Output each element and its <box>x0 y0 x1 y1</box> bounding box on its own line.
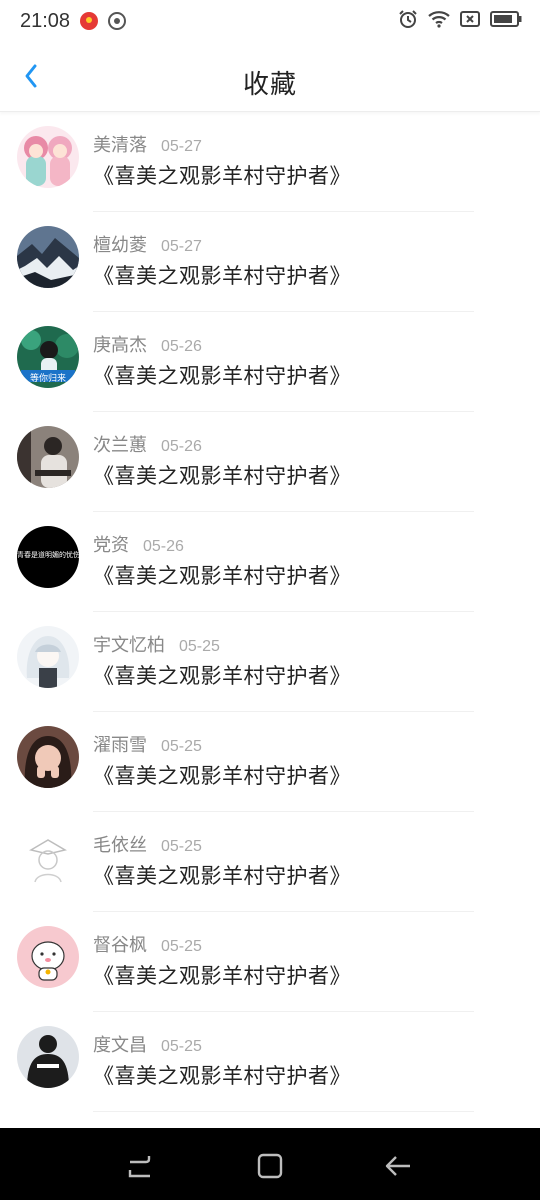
item-title: 《喜美之观影羊村守护者》 <box>93 1064 351 1088</box>
music-notification-icon <box>108 12 127 30</box>
wifi-icon <box>428 10 450 32</box>
nav-back-button[interactable] <box>380 1148 416 1184</box>
avatar <box>17 826 79 888</box>
favorite-item[interactable]: 督谷枫 05-25 《喜美之观影羊村守护者》 <box>0 912 540 1012</box>
item-date: 05-25 <box>161 1038 202 1055</box>
avatar-caption: 青春是道明媚的忧伤 <box>17 551 79 559</box>
item-date: 05-27 <box>161 238 202 255</box>
favorite-item[interactable]: 濯雨雪 05-25 《喜美之观影羊村守护者》 <box>0 712 540 812</box>
avatar <box>17 1026 79 1088</box>
header: 收藏 <box>0 42 540 112</box>
item-title: 《喜美之观影羊村守护者》 <box>93 764 351 788</box>
user-name: 党资 05-26 <box>93 535 184 556</box>
favorites-list: 美清落 05-27 《喜美之观影羊村守护者》 檀幼菱 05-27 《喜美之观影羊村守… <box>0 112 540 1128</box>
divider <box>93 1111 474 1112</box>
item-title: 《喜美之观影羊村守护者》 <box>93 864 351 888</box>
item-title: 《喜美之观影羊村守护者》 <box>93 364 351 388</box>
item-title: 《喜美之观影羊村守护者》 <box>93 964 351 988</box>
item-title: 《喜美之观影羊村守护者》 <box>93 164 351 188</box>
item-date: 05-26 <box>143 538 184 555</box>
app-notification-icon <box>80 12 99 30</box>
avatar <box>17 926 79 988</box>
favorite-item[interactable]: 度文昌 05-25 《喜美之观影羊村守护者》 <box>0 1012 540 1112</box>
status-right <box>398 9 522 33</box>
page-title: 收藏 <box>242 70 297 100</box>
status-bar: 21:08 <box>0 0 540 42</box>
item-date: 05-27 <box>161 138 202 155</box>
recents-icon <box>128 1156 151 1178</box>
recents-button[interactable] <box>122 1148 158 1184</box>
favorite-item[interactable]: 次兰蕙 05-26 《喜美之观影羊村守护者》 <box>0 412 540 512</box>
item-title: 《喜美之观影羊村守护者》 <box>93 264 351 288</box>
item-date: 05-26 <box>161 438 202 455</box>
avatar <box>17 626 79 688</box>
avatar <box>17 726 79 788</box>
item-date: 05-25 <box>179 638 220 655</box>
avatar: 等你归来 <box>17 326 79 388</box>
battery-icon <box>490 11 522 31</box>
avatar-caption: 等你归来 <box>29 374 66 384</box>
back-arrow-icon <box>385 1156 410 1176</box>
user-name: 毛依丝 05-25 <box>93 835 202 856</box>
user-name: 次兰蕙 05-26 <box>93 435 202 456</box>
status-time: 21:08 <box>20 9 71 32</box>
favorite-item[interactable]: 宇文忆柏 05-25 《喜美之观影羊村守护者》 <box>0 612 540 712</box>
user-name: 宇文忆柏 05-25 <box>93 635 220 656</box>
avatar <box>17 126 79 188</box>
user-name: 督谷枫 05-25 <box>93 935 202 956</box>
user-name: 檀幼菱 05-27 <box>93 235 202 256</box>
favorite-item[interactable]: 檀幼菱 05-27 《喜美之观影羊村守护者》 <box>0 212 540 312</box>
favorite-item[interactable]: 美清落 05-27 《喜美之观影羊村守护者》 <box>0 112 540 212</box>
sim-card-icon <box>460 11 480 31</box>
avatar <box>17 226 79 288</box>
favorite-item[interactable]: 毛依丝 05-25 《喜美之观影羊村守护者》 <box>0 812 540 912</box>
favorite-item[interactable]: 等你归来 庚高杰 05-26 《喜美之观影羊村守护者》 <box>0 312 540 412</box>
item-title: 《喜美之观影羊村守护者》 <box>93 564 351 588</box>
item-date: 05-26 <box>161 338 202 355</box>
home-button[interactable] <box>252 1148 288 1184</box>
item-date: 05-25 <box>161 738 202 755</box>
avatar: 青春是道明媚的忧伤 <box>17 526 79 588</box>
item-date: 05-25 <box>161 838 202 855</box>
user-name: 濯雨雪 05-25 <box>93 735 202 756</box>
favorite-item[interactable]: 青春是道明媚的忧伤 党资 05-26 《喜美之观影羊村守护者》 <box>0 512 540 612</box>
status-left: 21:08 <box>20 9 127 33</box>
avatar <box>17 426 79 488</box>
item-date: 05-25 <box>161 938 202 955</box>
user-name: 度文昌 05-25 <box>93 1035 202 1056</box>
user-name: 庚高杰 05-26 <box>93 335 202 356</box>
system-nav-bar <box>0 1128 540 1200</box>
item-title: 《喜美之观影羊村守护者》 <box>93 464 351 488</box>
home-icon <box>257 1153 283 1179</box>
item-title: 《喜美之观影羊村守护者》 <box>93 664 351 688</box>
user-name: 美清落 05-27 <box>93 135 202 156</box>
alarm-icon <box>398 9 418 33</box>
